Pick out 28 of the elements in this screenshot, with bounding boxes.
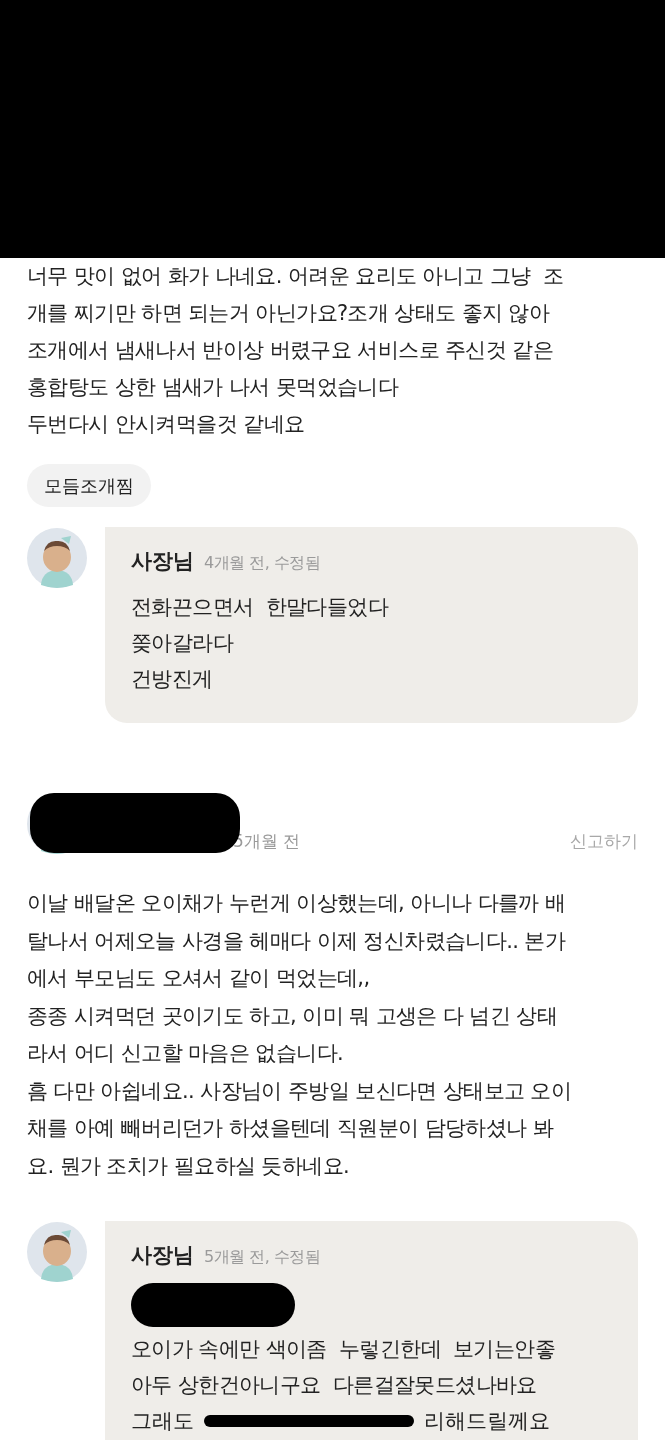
review-text: 에서 부모님도 오셔서 같이 먹었는데,, (27, 965, 371, 992)
review-text: 이날 배달온 오이채가 누런게 이상했는데, 아니나 다를까 배 (27, 890, 567, 917)
review-text: 개를 찌기만 하면 되는거 아닌가요?조개 상태도 좋지 않아 (27, 300, 551, 327)
reply-text: 리해드릴께요 (424, 1408, 550, 1435)
reply-text: 그래도 (131, 1408, 194, 1435)
review-text: 흠 다만 아쉽네요.. 사장님이 주방일 보신다면 상태보고 오이 (27, 1077, 573, 1105)
reply-text: 오이가 속에만 색이좀 누렇긴한데 보기는안좋 (131, 1336, 557, 1363)
avatar-icon (27, 527, 87, 589)
author-name: 사장님 (131, 1242, 194, 1269)
reply-text: 쫒아갈라다 (131, 630, 235, 657)
review-text: 너무 맛이 없어 화가 나네요. 어려운 요리도 아니고 그냥 조 (27, 263, 565, 290)
review-text: 라서 어디 신고할 마음은 없습니다. (27, 1040, 344, 1067)
review-text: 두번다시 안시켜먹을것 같네요 (27, 411, 306, 438)
review-text: 홍합탕도 상한 냄새가 나서 못먹었습니다 (27, 374, 400, 401)
report-link[interactable]: 신고하기 (570, 830, 638, 853)
reply-time: 5개월 전, 수정됨 (204, 1247, 321, 1268)
reply-text: 건방진게 (131, 666, 214, 693)
review-text: 조개에서 냄새나서 반이상 버렸구요 서비스로 주신것 같은 (27, 337, 555, 364)
reply-time: 4개월 전, 수정됨 (204, 553, 321, 574)
author-name: 사장님 (131, 548, 194, 575)
reply-text: 전화끈으면서 한말다들었다 (131, 594, 390, 621)
review-text: 탈나서 어제오늘 사경을 헤매다 이제 정신차렸습니다.. 본가 (27, 927, 567, 955)
review-text: 채를 아예 빼버리던가 하셨을텐데 직원분이 담당하셨나 봐 (27, 1115, 555, 1142)
reply-text: 아두 상한건아니구요 다른걸잘못드셨나바요 (131, 1372, 538, 1399)
review-text: 요. 뭔가 조치가 필요하실 듯하네요. (27, 1152, 351, 1180)
review-text: 종종 시켜먹던 곳이기도 하고, 이미 뭐 고생은 다 넘긴 상태 (27, 1002, 558, 1030)
menu-tag: 모듬조개찜 (27, 464, 151, 507)
avatar-icon (27, 1221, 87, 1283)
